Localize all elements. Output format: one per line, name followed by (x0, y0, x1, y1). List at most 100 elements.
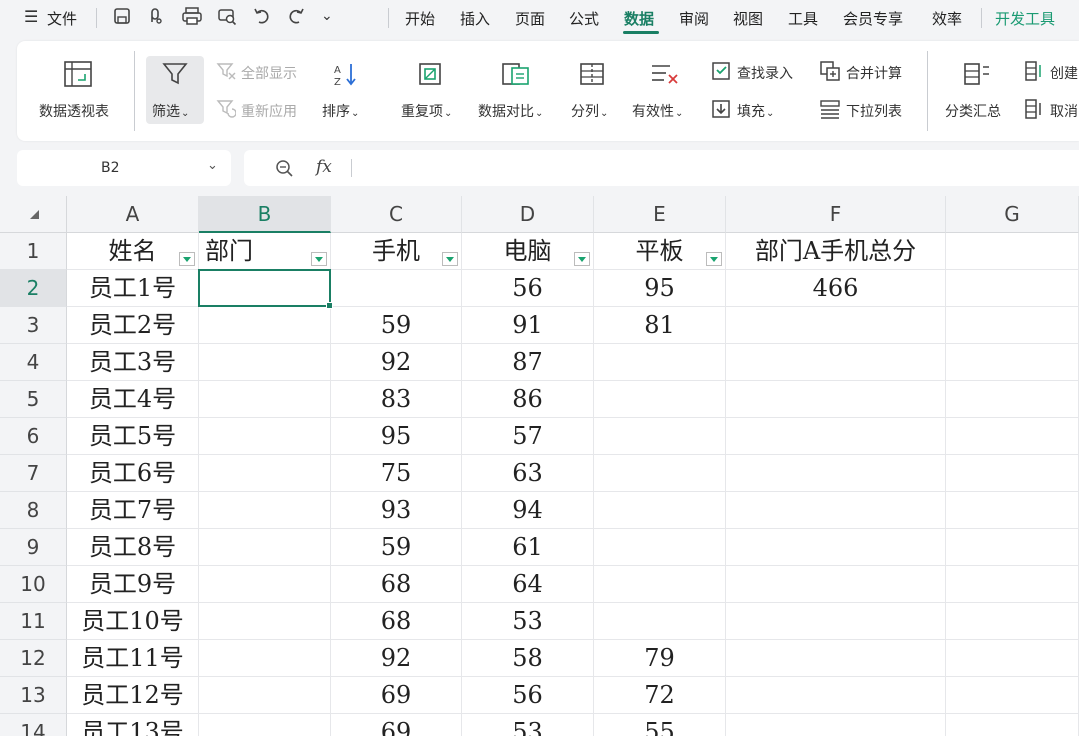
cell[interactable] (594, 455, 726, 492)
cell[interactable]: 72 (594, 677, 726, 714)
filter-dropdown-icon[interactable] (706, 252, 722, 266)
cell[interactable]: 员工9号 (67, 566, 199, 603)
cell[interactable] (946, 677, 1079, 714)
cell[interactable]: 员工10号 (67, 603, 199, 640)
cell[interactable] (946, 344, 1079, 381)
cell[interactable] (199, 492, 331, 529)
cell[interactable] (331, 270, 462, 307)
cell[interactable] (199, 603, 331, 640)
cell[interactable]: 63 (462, 455, 594, 492)
cell[interactable] (199, 640, 331, 677)
cell[interactable] (946, 307, 1079, 344)
cell[interactable] (726, 603, 946, 640)
cell[interactable] (199, 344, 331, 381)
formula-input[interactable]: fx (244, 150, 1079, 186)
row-header-4[interactable]: 4 (0, 344, 67, 381)
zoom-search-icon[interactable] (274, 158, 294, 182)
column-header-g[interactable]: G (946, 196, 1079, 233)
cell[interactable]: 91 (462, 307, 594, 344)
split-column-button[interactable]: 分列⌄ (571, 101, 608, 121)
cell[interactable] (594, 381, 726, 418)
cell[interactable] (946, 418, 1079, 455)
select-all-corner[interactable] (0, 196, 67, 233)
cell[interactable]: 79 (594, 640, 726, 677)
validity-button[interactable]: 有效性⌄ (632, 101, 683, 121)
export-icon[interactable] (146, 6, 166, 31)
cell[interactable] (946, 714, 1079, 736)
subtotal-button[interactable]: 分类汇总 (945, 101, 1001, 121)
hamburger-menu-icon[interactable]: ☰ (24, 7, 38, 26)
tab-home[interactable]: 开始 (405, 8, 435, 29)
cell[interactable]: 94 (462, 492, 594, 529)
cell[interactable] (726, 381, 946, 418)
cell[interactable] (594, 344, 726, 381)
cancel-group-button[interactable]: 取消 (1050, 101, 1078, 121)
pivot-table-button[interactable]: 数据透视表 (39, 101, 109, 121)
cell[interactable] (726, 307, 946, 344)
cell[interactable]: 466 (726, 270, 946, 307)
chevron-down-icon[interactable]: ⌄ (207, 158, 218, 173)
cell[interactable]: 55 (594, 714, 726, 736)
cell[interactable] (946, 492, 1079, 529)
sort-button[interactable]: 排序⌄ (322, 101, 359, 121)
row-header-14[interactable]: 14 (0, 714, 67, 736)
row-header-10[interactable]: 10 (0, 566, 67, 603)
cell[interactable]: 57 (462, 418, 594, 455)
cell[interactable] (726, 677, 946, 714)
tab-insert[interactable]: 插入 (460, 8, 490, 29)
cell[interactable]: 83 (331, 381, 462, 418)
cell[interactable]: 69 (331, 714, 462, 736)
row-header-2[interactable]: 2 (0, 270, 67, 307)
print-preview-icon[interactable] (216, 6, 238, 31)
cell[interactable]: 59 (331, 529, 462, 566)
header-cell[interactable] (946, 233, 1079, 270)
cell[interactable] (726, 714, 946, 736)
cell[interactable] (726, 640, 946, 677)
cell[interactable]: 68 (331, 566, 462, 603)
cell[interactable] (199, 566, 331, 603)
merge-calc-button[interactable]: 合并计算 (846, 63, 902, 83)
filter-dropdown-icon[interactable] (574, 252, 590, 266)
cell[interactable]: 87 (462, 344, 594, 381)
cell[interactable]: 员工11号 (67, 640, 199, 677)
show-all-button[interactable]: 全部显示 (241, 63, 297, 83)
column-header-b[interactable]: B (199, 196, 331, 233)
column-header-f[interactable]: F (726, 196, 946, 233)
cell[interactable] (726, 492, 946, 529)
cell[interactable] (726, 418, 946, 455)
row-header-6[interactable]: 6 (0, 418, 67, 455)
cell[interactable]: 56 (462, 677, 594, 714)
row-header-13[interactable]: 13 (0, 677, 67, 714)
cell[interactable]: 92 (331, 344, 462, 381)
name-box[interactable]: B2 ⌄ (17, 150, 231, 186)
row-header-5[interactable]: 5 (0, 381, 67, 418)
cell[interactable] (199, 677, 331, 714)
fx-icon[interactable]: fx (316, 157, 332, 177)
cell[interactable] (594, 603, 726, 640)
tab-view[interactable]: 视图 (733, 8, 763, 29)
cell[interactable] (594, 529, 726, 566)
cell[interactable]: 53 (462, 714, 594, 736)
cell[interactable] (199, 418, 331, 455)
cell[interactable]: 员工12号 (67, 677, 199, 714)
reapply-button[interactable]: 重新应用 (241, 101, 297, 121)
print-icon[interactable] (181, 6, 203, 31)
cell[interactable]: 69 (331, 677, 462, 714)
column-header-e[interactable]: E (594, 196, 726, 233)
cell[interactable]: 95 (331, 418, 462, 455)
tab-developer[interactable]: 开发工具 (995, 8, 1055, 29)
filter-dropdown-icon[interactable] (179, 252, 195, 266)
cell[interactable]: 员工2号 (67, 307, 199, 344)
cell[interactable] (946, 529, 1079, 566)
cell[interactable] (594, 492, 726, 529)
cell[interactable] (594, 566, 726, 603)
cell[interactable] (199, 455, 331, 492)
column-header-a[interactable]: A (67, 196, 199, 233)
file-menu[interactable]: 文件 (47, 8, 77, 29)
row-header-3[interactable]: 3 (0, 307, 67, 344)
cell[interactable]: 95 (594, 270, 726, 307)
cell[interactable]: 53 (462, 603, 594, 640)
tab-page[interactable]: 页面 (515, 8, 545, 29)
row-header-7[interactable]: 7 (0, 455, 67, 492)
cell[interactable]: 64 (462, 566, 594, 603)
